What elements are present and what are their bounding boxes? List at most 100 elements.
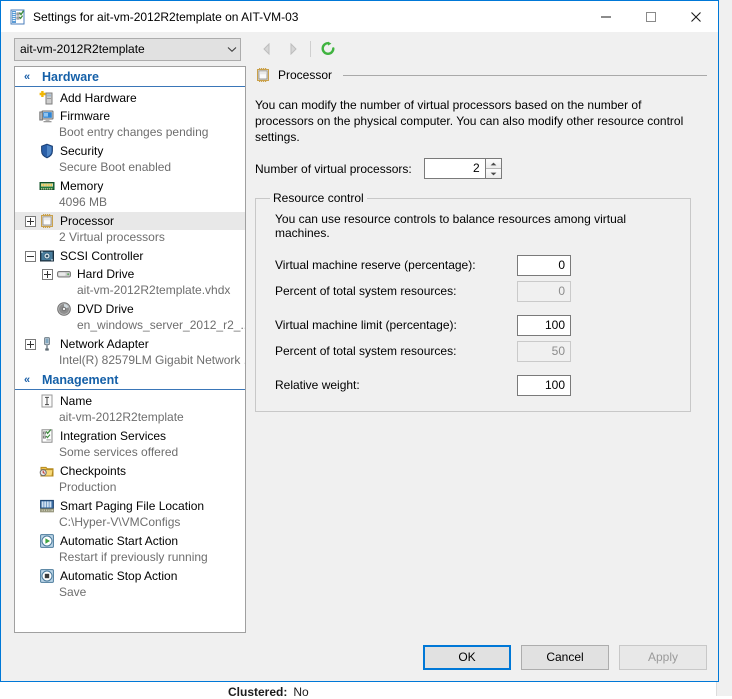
close-button[interactable] [673,2,718,32]
tree-item-subtitle: Secure Boot enabled [59,160,172,174]
dialog-body: « Hardware Add Hardware Firmware Boot entry … [1,66,718,633]
tree-item-checkpoints[interactable]: Checkpoints [15,462,245,480]
minimize-button[interactable] [583,2,628,32]
tree-node: DVD Drive en_windows_server_2012_r2_... [15,300,245,335]
tree-node: Firmware Boot entry changes pending [15,107,245,142]
tree-item-subtitle: C:\Hyper-V\VMConfigs [59,515,181,529]
panel-header: Processor [255,67,707,83]
tree-item-label: SCSI Controller [60,249,144,263]
tree-item-name[interactable]: Name [15,392,245,410]
resource-row-input[interactable]: 100 [517,314,571,336]
tree-item-label: Add Hardware [60,91,137,105]
resource-row-input[interactable]: 100 [517,374,571,396]
tree-item-add-hardware[interactable]: Add Hardware [15,89,245,107]
back-arrow-icon[interactable] [254,36,280,62]
tree-section-hardware[interactable]: « Hardware [15,67,245,87]
checkpoints-icon [39,463,55,479]
tree-item-network-adapter[interactable]: Network Adapter [15,335,245,353]
row-spacer [270,364,676,372]
section-title: Management [42,372,119,387]
background-clustered-status: Clustered: No [228,685,309,699]
tree-item-firmware[interactable]: Firmware [15,107,245,125]
window-title: Settings for ait-vm-2012R2template on AI… [33,9,299,24]
spin-down-icon[interactable] [485,169,501,178]
panel-header-rule [343,74,707,76]
vcpu-input[interactable]: 2 [423,158,485,179]
apply-button: Apply [619,644,707,670]
clustered-label: Clustered: [228,685,288,699]
section-collapse-icon[interactable]: « [19,374,35,386]
vm-selector-value: ait-vm-2012R2template [20,42,145,56]
vcpu-label: Number of virtual processors: [255,161,412,176]
processor-icon [255,67,271,83]
tree-section-management[interactable]: « Management [15,370,245,390]
resource-row-input: 0 [517,280,571,302]
refresh-icon[interactable] [315,36,341,62]
clustered-value: No [293,685,309,699]
ok-button[interactable]: OK [423,644,511,670]
tree-item-label: Firmware [60,109,110,123]
tree-item-label: Checkpoints [60,464,127,478]
expand-icon[interactable] [25,215,36,227]
section-title: Hardware [42,69,99,84]
row-spacer [270,304,676,312]
memory-icon [39,178,55,194]
tree-item-subtitle: Production [59,480,117,494]
title-bar: Settings for ait-vm-2012R2template on AI… [1,1,718,32]
vcpu-spin-buttons[interactable] [484,158,502,179]
resource-control-legend: Resource control [273,191,364,205]
forward-arrow-icon[interactable] [280,36,306,62]
dialog-footer: OK Cancel Apply [1,633,718,681]
tree-item-label: Security [60,144,104,158]
tree-item-memory[interactable]: Memory [15,177,245,195]
vcpu-field-row: Number of virtual processors: 2 [255,158,707,179]
tree-node: Network Adapter Intel(R) 82579LM Gigabit … [15,335,245,370]
tree-item-label: Hard Drive [77,267,135,281]
resource-control-description: You can use resource controls to balance… [275,212,627,240]
tree-item-security[interactable]: Security [15,142,245,160]
expand-icon[interactable] [25,338,36,350]
spin-up-icon[interactable] [485,159,501,169]
resource-row-virtual-machine-reserve-percentage: Virtual machine reserve (percentage): 0 [275,252,676,278]
tree-item-dvd-drive[interactable]: DVD Drive [15,300,245,318]
settings-tree-panel[interactable]: « Hardware Add Hardware Firmware Boot entry … [14,66,246,633]
name-icon [39,393,55,409]
resource-row-input[interactable]: 0 [517,254,571,276]
maximize-button[interactable] [628,2,673,32]
tree-item-hard-drive[interactable]: Hard Drive [15,265,245,283]
dvd-drive-icon [56,301,72,317]
tree-node: Smart Paging File Location C:\Hyper-V\VMC… [15,497,245,532]
vm-selector-dropdown[interactable]: ait-vm-2012R2template [14,37,241,61]
tree-item-smart-paging-file-location[interactable]: Smart Paging File Location [15,497,245,515]
resource-row-relative-weight: Relative weight: 100 [275,372,676,398]
tree-node: Automatic Stop Action Save [15,567,245,602]
tree-item-subtitle: Boot entry changes pending [59,125,209,139]
tree-node: Checkpoints Production [15,462,245,497]
tree-item-label: Automatic Start Action [60,534,179,548]
chevron-down-icon [223,46,240,53]
security-shield-icon [39,143,55,159]
tree-item-automatic-start-action[interactable]: Automatic Start Action [15,532,245,550]
section-collapse-icon[interactable]: « [19,71,35,83]
tree-item-processor[interactable]: Processor [15,212,245,230]
tree-item-integration-services[interactable]: Integration Services [15,427,245,445]
panel-description: You can modify the number of virtual pro… [255,98,684,144]
tree-item-scsi-controller[interactable]: SCSI Controller [15,247,245,265]
tree-item-label: Integration Services [60,429,167,443]
scsi-controller-icon [39,248,55,264]
tree-item-label: Memory [60,179,104,193]
collapse-icon[interactable] [25,250,36,262]
expand-icon[interactable] [42,268,53,280]
hard-drive-icon [56,266,72,282]
dialog-toolbar: ait-vm-2012R2template [1,32,718,66]
resource-row-virtual-machine-limit-percentage: Virtual machine limit (percentage): 100 [275,312,676,338]
vcpu-stepper[interactable]: 2 [423,158,502,179]
resource-row-percent-of-total-system-resources: Percent of total system resources: 50 [275,338,676,364]
tree-node: Name ait-vm-2012R2template [15,392,245,427]
integration-services-icon [39,428,55,444]
network-adapter-icon [39,336,55,352]
cancel-button[interactable]: Cancel [521,644,609,670]
tree-item-automatic-stop-action[interactable]: Automatic Stop Action [15,567,245,585]
resource-row-label: Percent of total system resources: [275,344,457,358]
resource-row-label: Percent of total system resources: [275,284,457,298]
